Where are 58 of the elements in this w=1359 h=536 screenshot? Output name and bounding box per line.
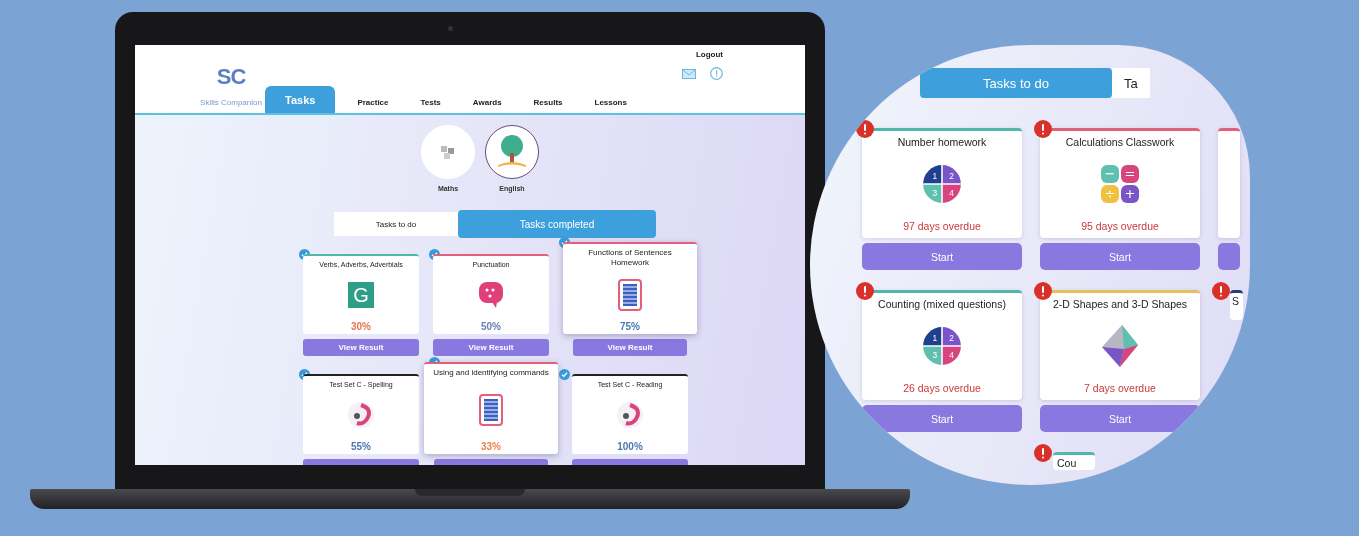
overdue-status: 95 days overdue	[1081, 220, 1159, 232]
task-card[interactable]: Calculations Classwork − = ÷ + 95 days overdue	[1040, 128, 1200, 238]
score-text: 100%	[617, 441, 643, 452]
task-tab[interactable]: Tasks to do	[334, 212, 458, 236]
task-card[interactable]	[1218, 128, 1240, 238]
subject-button[interactable]	[485, 125, 539, 179]
start-button[interactable]	[1218, 243, 1240, 270]
card-title: 2-D Shapes and 3-D Shapes	[1052, 298, 1188, 310]
logo: SC	[216, 64, 246, 90]
score-text: 50%	[481, 321, 501, 332]
mail-icon[interactable]	[682, 68, 696, 79]
octahedron-icon	[1100, 323, 1140, 369]
nav-tab[interactable]: Results	[517, 98, 579, 113]
swirl-logo-icon	[347, 401, 375, 430]
task-card[interactable]: Counting (mixed questions) 1 2 3 4 26 days overdue	[862, 290, 1022, 400]
tagline: Skills Companion	[200, 98, 262, 107]
score-text: 30%	[351, 321, 371, 332]
start-button[interactable]: Start	[1040, 243, 1200, 270]
card-title: S	[1232, 295, 1239, 307]
card-title: Functions of Sentences Homework	[587, 248, 673, 269]
task-card[interactable]: Cou	[1053, 452, 1095, 470]
nav-tab[interactable]: Lessons	[578, 98, 643, 113]
card-title: Number homework	[897, 136, 987, 148]
score-text: 75%	[620, 321, 640, 332]
task-card[interactable]: Number homework 1 2 3 4 97 days overdue	[862, 128, 1022, 238]
card-title: Using and identifying commands	[433, 368, 549, 379]
view-result-button[interactable]: View Result	[433, 339, 549, 356]
camera-dot	[448, 26, 453, 31]
task-card[interactable]: S	[1230, 290, 1243, 320]
nav-tab[interactable]: Tests	[404, 98, 457, 113]
card-title: Counting (mixed questions)	[878, 298, 1006, 310]
start-button[interactable]: Start	[862, 405, 1022, 432]
score-text: 55%	[351, 441, 371, 452]
view-result-button[interactable]: View Result	[573, 339, 687, 356]
task-tab[interactable]: Ta	[1112, 68, 1150, 98]
start-button[interactable]: Start	[862, 243, 1022, 270]
document-icon	[618, 278, 642, 311]
card-title: Calculations Classwork	[1065, 136, 1175, 148]
task-card[interactable]: Functions of Sentences Homework 75%	[563, 242, 697, 334]
letter-logo-icon: G	[348, 282, 374, 309]
score-text: 33%	[481, 441, 501, 452]
card-title: Cou	[1057, 457, 1077, 469]
view-result-button[interactable]: View Result	[303, 339, 419, 356]
document-icon	[479, 393, 503, 426]
nav-tab[interactable]: Practice	[341, 98, 405, 113]
nav-tab[interactable]: Awards	[456, 98, 518, 113]
logout-link[interactable]: Logout	[695, 50, 723, 59]
start-button[interactable]: Start	[1040, 405, 1200, 432]
cubes-icon	[439, 143, 457, 161]
task-card[interactable]: 2-D Shapes and 3-D Shapes 7 days overdue	[1040, 290, 1200, 400]
swirl-logo-icon	[616, 401, 644, 430]
help-icon[interactable]	[710, 67, 723, 80]
task-card[interactable]: Using and identifying commands 33%	[424, 362, 558, 454]
checkmark-icon	[559, 369, 570, 380]
overdue-status: 26 days overdue	[903, 382, 981, 394]
speech-bubble-icon	[478, 281, 504, 310]
overdue-status: 7 days overdue	[1084, 382, 1156, 394]
overdue-status: 97 days overdue	[903, 220, 981, 232]
